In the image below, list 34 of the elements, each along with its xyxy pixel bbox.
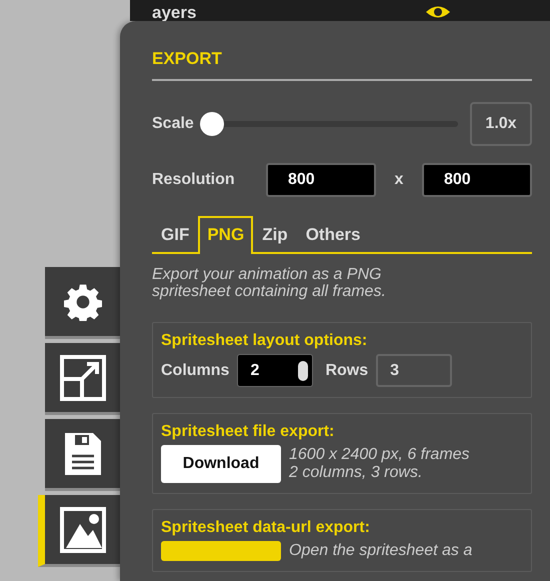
scale-label: Scale (152, 115, 194, 133)
sidebar-tab[interactable] (45, 343, 120, 415)
info-text: 2 columns, 3 rows. (289, 464, 424, 482)
description-text: spritesheet containing all frames. (152, 283, 387, 300)
section-title: Spritesheet data-url export: (161, 519, 371, 537)
times-sign: x (394, 171, 404, 189)
section-title: Spritesheet file export: (161, 423, 336, 441)
format-tab[interactable]: Others (296, 223, 370, 252)
columns-label: Columns (161, 362, 230, 380)
sidebar-tab[interactable] (38, 495, 120, 567)
scale-slider[interactable] (200, 112, 458, 136)
rows-label: Rows (325, 362, 368, 380)
download-button[interactable]: Download (161, 445, 281, 483)
image-icon (60, 506, 106, 552)
eye-icon[interactable] (425, 5, 451, 19)
sidebar-tab[interactable] (45, 419, 120, 491)
format-tab[interactable]: GIF (152, 223, 198, 252)
columns-field[interactable]: 2 (237, 354, 314, 387)
info-text: 1600 x 2400 px, 6 frames (289, 446, 470, 464)
rows-field[interactable]: 3 (376, 354, 452, 387)
spinner-icon (298, 360, 308, 380)
description-text: Export your animation as a PNG (152, 266, 382, 283)
section-title: Spritesheet layout options: (161, 332, 368, 350)
info-text: Open the spritesheet as a (289, 542, 472, 560)
settings-icon (64, 282, 102, 320)
format-tab[interactable]: Zip (253, 223, 297, 252)
panel-title: EXPORT (152, 49, 222, 69)
resolution-label: Resolution (152, 171, 236, 189)
width-field[interactable]: 800 (266, 163, 376, 197)
sidebar-tab[interactable] (45, 267, 120, 339)
scale-value: 1.0x (470, 102, 532, 146)
resize-icon (58, 354, 106, 402)
height-field[interactable]: 800 (422, 163, 532, 197)
format-tab[interactable]: PNG (198, 216, 254, 254)
